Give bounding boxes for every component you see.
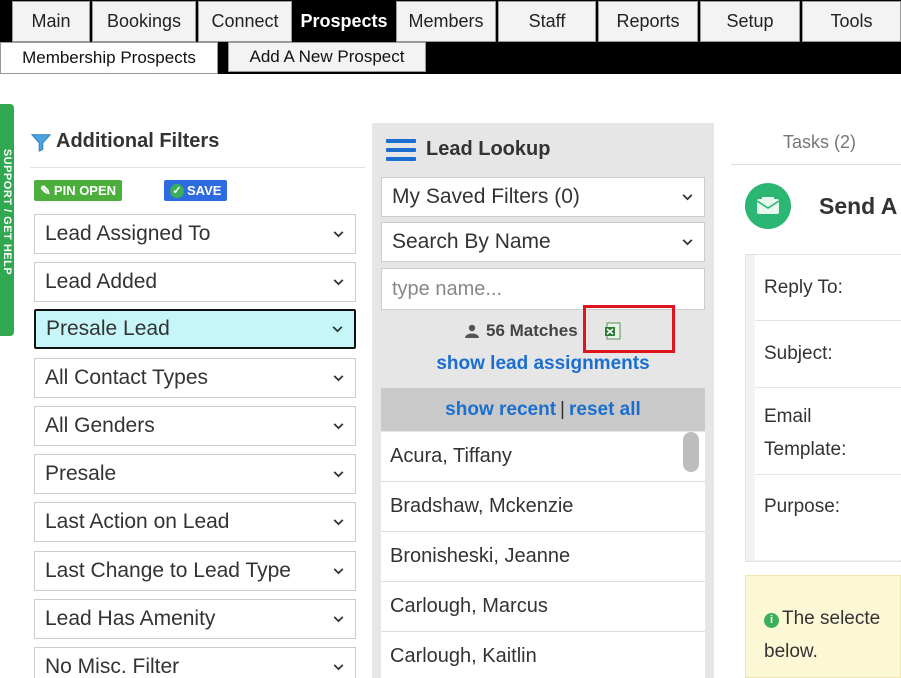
notice-line-2: below.: [764, 641, 818, 662]
lead-lookup-title: Lead Lookup: [426, 138, 551, 160]
chevron-down-icon: [682, 194, 693, 201]
filter-last-change-type[interactable]: Last Change to Lead Type: [34, 551, 356, 591]
nav-tab-setup[interactable]: Setup: [700, 1, 800, 42]
filter-value: Presale Lead: [46, 317, 170, 340]
filter-lead-added[interactable]: Lead Added: [34, 262, 356, 302]
chevron-down-icon: [332, 326, 343, 333]
list-item[interactable]: Carlough, Marcus: [381, 582, 705, 632]
recent-reset-bar: show recent | reset all: [381, 388, 705, 431]
annotation-highlight-box: [583, 305, 675, 353]
check-icon: ✓: [170, 183, 184, 198]
filter-misc[interactable]: No Misc. Filter: [34, 647, 356, 678]
chevron-down-icon: [333, 279, 344, 286]
filters-title-text: Additional Filters: [56, 130, 220, 152]
chevron-down-icon: [333, 616, 344, 623]
link-separator: |: [560, 398, 565, 420]
nav-tab-main[interactable]: Main: [12, 1, 90, 42]
name-search-input[interactable]: [381, 268, 705, 310]
chevron-down-icon: [333, 568, 344, 575]
filter-value: All Genders: [45, 414, 155, 437]
pin-icon: ✎: [40, 182, 51, 198]
saved-filters-select[interactable]: My Saved Filters (0): [381, 177, 705, 217]
save-label: SAVE: [187, 183, 222, 198]
filter-amenity[interactable]: Lead Has Amenity: [34, 599, 356, 639]
support-help-label: SUPPORT / GET HELP: [1, 148, 13, 276]
save-filters-button[interactable]: ✓ SAVE: [164, 180, 228, 201]
matches-count: 56 Matches: [464, 321, 578, 341]
lead-lookup-heading: Lead Lookup: [386, 138, 550, 161]
support-help-tab[interactable]: SUPPORT / GET HELP: [0, 104, 14, 336]
list-item[interactable]: Bronisheski, Jeanne: [381, 532, 705, 582]
filter-value: Last Change to Lead Type: [45, 559, 291, 582]
hamburger-icon[interactable]: [386, 138, 416, 161]
nav-tab-staff[interactable]: Staff: [498, 1, 596, 42]
pin-open-label: PIN OPEN: [53, 183, 117, 198]
list-item[interactable]: Acura, Tiffany: [381, 432, 705, 482]
saved-filters-value: My Saved Filters (0): [392, 185, 580, 208]
funnel-icon: [30, 133, 52, 152]
filter-value: Presale: [45, 462, 117, 485]
list-item[interactable]: Bradshaw, Mckenzie: [381, 482, 705, 532]
notice-line-1: The selecte: [782, 608, 881, 629]
filter-last-action[interactable]: Last Action on Lead: [34, 502, 356, 542]
filter-value: Lead Added: [45, 270, 158, 293]
reset-all-link[interactable]: reset all: [569, 399, 641, 421]
nav-tab-reports[interactable]: Reports: [598, 1, 698, 42]
show-lead-assignments-link[interactable]: show lead assignments: [381, 353, 705, 375]
lead-list: Acura, Tiffany Bradshaw, Mckenzie Bronis…: [381, 432, 705, 678]
chevron-down-icon: [333, 231, 344, 238]
chevron-down-icon: [333, 519, 344, 526]
lead-list-scrollbar[interactable]: [683, 432, 699, 472]
filter-genders[interactable]: All Genders: [34, 406, 356, 446]
sub-nav: Membership Prospects Add A New Prospect: [0, 42, 901, 74]
filter-lead-assigned[interactable]: Lead Assigned To: [34, 214, 356, 254]
filter-value: No Misc. Filter: [45, 655, 180, 678]
chevron-down-icon: [682, 239, 693, 246]
envelope-icon: [745, 183, 791, 229]
search-by-select[interactable]: Search By Name: [381, 222, 705, 262]
chevron-down-icon: [333, 471, 344, 478]
purpose-label: Purpose:: [764, 496, 841, 517]
users-icon: [465, 324, 479, 338]
filter-value: All Contact Types: [45, 366, 209, 389]
matches-text: 56 Matches: [486, 321, 578, 340]
reply-to-label: Reply To:: [764, 277, 843, 298]
template-label: Template:: [764, 439, 847, 460]
tabs-divider: [731, 164, 901, 165]
chevron-down-icon: [333, 423, 344, 430]
subtab-membership-prospects[interactable]: Membership Prospects: [0, 42, 218, 74]
subtab-add-prospect[interactable]: Add A New Prospect: [228, 42, 426, 72]
nav-tab-members[interactable]: Members: [396, 1, 496, 42]
filter-value: Last Action on Lead: [45, 510, 230, 533]
tab-tasks[interactable]: Tasks (2): [783, 132, 856, 153]
chevron-down-icon: [333, 664, 344, 671]
show-recent-link[interactable]: show recent: [445, 399, 556, 421]
filter-contact-types[interactable]: All Contact Types: [34, 358, 356, 398]
filter-value: Lead Has Amenity: [45, 607, 216, 630]
search-by-value: Search By Name: [392, 230, 551, 253]
pin-open-button[interactable]: ✎ PIN OPEN: [34, 180, 123, 201]
nav-tab-connect[interactable]: Connect: [198, 1, 292, 42]
subject-label: Subject:: [764, 343, 833, 364]
nav-tab-prospects[interactable]: Prospects: [294, 1, 394, 42]
chevron-down-icon: [333, 375, 344, 382]
filters-divider: [30, 167, 365, 168]
info-notice-text: i The selecte below.: [764, 602, 901, 668]
nav-tab-bookings[interactable]: Bookings: [92, 1, 196, 42]
top-nav: Main Bookings Connect Prospects Members …: [0, 0, 901, 42]
nav-tab-tools[interactable]: Tools: [802, 1, 901, 42]
list-item[interactable]: Carlough, Kaitlin: [381, 632, 705, 678]
send-email-title: Send A: [819, 193, 898, 219]
filter-value: Lead Assigned To: [45, 222, 211, 245]
filter-presale-lead[interactable]: Presale Lead: [34, 309, 356, 349]
info-icon: i: [764, 613, 779, 628]
email-label: Email: [764, 406, 812, 427]
filters-heading: Additional Filters: [30, 130, 219, 153]
filter-presale[interactable]: Presale: [34, 454, 356, 494]
